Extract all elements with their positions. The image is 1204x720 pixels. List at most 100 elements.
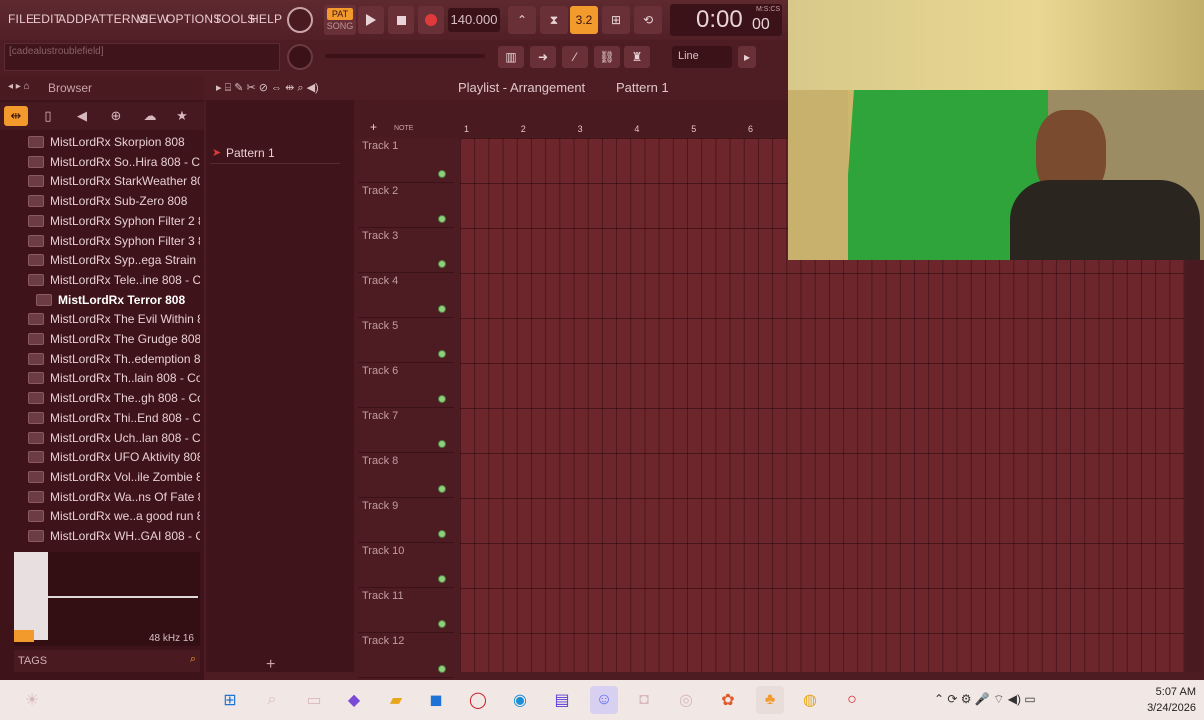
browser-file-item[interactable]: MistLordRx Syp..ega Strain 808 [28, 250, 200, 270]
track-mute-led[interactable] [438, 395, 446, 403]
fl-studio-icon[interactable]: ♣ [756, 686, 784, 714]
track-mute-led[interactable] [438, 170, 446, 178]
tab-cloud-icon[interactable]: ☁ [138, 106, 162, 126]
tab-files-icon[interactable]: ▯ [36, 106, 60, 126]
system-clock[interactable]: 5:07 AM 3/24/2026 [1147, 684, 1196, 716]
channel-rack-button[interactable]: ⁄ [562, 46, 588, 68]
track-header[interactable]: Track 12 [358, 633, 454, 678]
track-header[interactable]: Track 1 [358, 138, 454, 183]
track-mute-led[interactable] [438, 620, 446, 628]
track-header[interactable]: Track 5 [358, 318, 454, 363]
track-mute-led[interactable] [438, 530, 446, 538]
track-header[interactable]: Track 8 [358, 453, 454, 498]
menu-file[interactable]: FILE [8, 12, 34, 26]
link-button[interactable]: ⛓ [594, 46, 620, 68]
camera-icon[interactable]: ◘ [630, 686, 658, 714]
tray-icons[interactable]: ⌃ ⟳ ⚙ 🎤 ⌔ ◀) ▭ [934, 692, 1036, 707]
opera-icon[interactable]: ◯ [464, 686, 492, 714]
obs-icon[interactable]: ◎ [672, 686, 700, 714]
task-view-icon[interactable]: ▭ [300, 686, 328, 714]
track-mute-led[interactable] [438, 485, 446, 493]
track-header[interactable]: Track 9 [358, 498, 454, 543]
record-button[interactable] [418, 6, 444, 34]
track-header[interactable]: Track 4 [358, 273, 454, 318]
tab-star-icon[interactable]: ★ [170, 106, 194, 126]
browser-file-item[interactable]: MistLordRx Skorpion 808 [28, 132, 200, 152]
search-taskbar-icon[interactable]: ⌕ [258, 686, 286, 714]
browser-file-item[interactable]: MistLordRx StarkWeather 808 [28, 171, 200, 191]
clipchamp-icon[interactable]: ▤ [548, 686, 576, 714]
edge-icon[interactable]: ◉ [506, 686, 534, 714]
menu-help[interactable]: HELP [250, 12, 282, 26]
stop-button[interactable] [388, 6, 414, 34]
snap-select[interactable]: Line [672, 46, 732, 68]
copilot-icon[interactable]: ◆ [340, 686, 368, 714]
tags-bar[interactable]: TAGS ⌕ [14, 650, 200, 672]
track-header[interactable]: Track 6 [358, 363, 454, 408]
chrome-icon[interactable]: ◍ [796, 686, 824, 714]
browser-file-item[interactable]: MistLordRx Terror 808 [36, 290, 208, 310]
browser-file-item[interactable]: MistLordRx The Grudge 808 [28, 329, 200, 349]
track-mute-led[interactable] [438, 575, 446, 583]
add-pattern-icon[interactable]: + [266, 656, 275, 674]
step-edit-button[interactable]: 3.2 [570, 6, 598, 34]
track-header[interactable]: Track 7 [358, 408, 454, 453]
playlist-button[interactable]: ➜ [530, 46, 556, 68]
track-header[interactable]: Track 3 [358, 228, 454, 273]
pat-song-toggle[interactable]: PAT SONG [324, 5, 356, 35]
browser-file-item[interactable]: MistLordRx Th..edemption 808 [28, 349, 200, 369]
browser-nav-icon[interactable]: ◂ ▸ ⌂ [8, 81, 30, 92]
browser-file-item[interactable]: MistLordRx Wa..ns Of Fate 808 [28, 487, 200, 507]
menu-edit[interactable]: EDIT [33, 12, 61, 26]
browser-file-item[interactable]: MistLordRx we..a good run 808 [28, 506, 200, 526]
file-explorer-icon[interactable]: ▰ [382, 686, 410, 714]
master-volume-knob[interactable] [287, 7, 313, 33]
browser-file-item[interactable]: MistLordRx Sub-Zero 808 [28, 191, 200, 211]
tempo-display[interactable]: 140.000 [448, 8, 500, 32]
browser-file-item[interactable]: MistLordRx WH..GAI 808 - Copy [28, 526, 200, 546]
browser-file-item[interactable]: MistLordRx Syphon Filter 3 808 [28, 231, 200, 251]
add-track-icon[interactable]: + [370, 120, 377, 134]
browser-file-item[interactable]: MistLordRx Tele..ine 808 - Copy [28, 270, 200, 290]
track-header[interactable]: Track 2 [358, 183, 454, 228]
piano-roll-button[interactable]: ▥ [498, 46, 524, 68]
track-header[interactable]: Track 10 [358, 543, 454, 588]
playlist-pattern[interactable]: Pattern 1 [616, 80, 669, 95]
time-display[interactable]: 0:00 00 M:S:CS [670, 4, 782, 36]
menu-view[interactable]: VIEW [137, 12, 168, 26]
metronome-button[interactable]: ⌃ [508, 6, 536, 34]
track-mute-led[interactable] [438, 665, 446, 673]
app-icon[interactable]: ✿ [714, 686, 742, 714]
browser-file-item[interactable]: MistLordRx The Evil Within 808 [28, 309, 200, 329]
playlist-tools-icons[interactable]: ▸ ⌸ ✎ ✂ ⊘ ⇔ ⇹ ⌕ ◀) [216, 81, 319, 95]
browser-file-item[interactable]: MistLordRx Syphon Filter 2 808 [28, 211, 200, 231]
browser-file-item[interactable]: MistLordRx So..Hira 808 - Copy [28, 152, 200, 172]
browser-file-item[interactable]: MistLordRx Thi..End 808 - Copy [28, 408, 200, 428]
opera-gx-icon[interactable]: ○ [838, 686, 866, 714]
browser-file-item[interactable]: MistLordRx Uch..lan 808 - Copy [28, 428, 200, 448]
wait-record-button[interactable]: ⧗ [540, 6, 568, 34]
weather-icon[interactable]: ☀ [18, 686, 46, 714]
browser-file-item[interactable]: MistLordRx The..gh 808 - Copy [28, 388, 200, 408]
master-pitch-knob[interactable] [287, 44, 313, 70]
menu-add[interactable]: ADD [58, 12, 84, 26]
tab-all-icon[interactable]: ⇹ [4, 106, 28, 126]
start-icon[interactable]: ⊞ [216, 686, 244, 714]
track-mute-led[interactable] [438, 305, 446, 313]
preview-play-icon[interactable] [14, 630, 34, 642]
tab-globe-icon[interactable]: ⊕ [104, 106, 128, 126]
discord-icon[interactable]: ☺ [590, 686, 618, 714]
mixer-button[interactable]: ♜ [624, 46, 650, 68]
tab-plugins-icon[interactable]: ◀ [70, 106, 94, 126]
track-mute-led[interactable] [438, 350, 446, 358]
browser-file-item[interactable]: MistLordRx Th..lain 808 - Copy [28, 368, 200, 388]
store-icon[interactable]: ◼ [422, 686, 450, 714]
play-button[interactable] [358, 6, 384, 34]
track-mute-led[interactable] [438, 215, 446, 223]
track-header[interactable]: Track 11 [358, 588, 454, 633]
loop-record-button[interactable]: ⟲ [634, 6, 662, 34]
track-mute-led[interactable] [438, 440, 446, 448]
blend-notes-button[interactable]: ⊞ [602, 6, 630, 34]
browser-file-item[interactable]: MistLordRx Vol..ile Zombie 808 [28, 467, 200, 487]
browser-file-item[interactable]: MistLordRx UFO Aktivity 808 [28, 447, 200, 467]
